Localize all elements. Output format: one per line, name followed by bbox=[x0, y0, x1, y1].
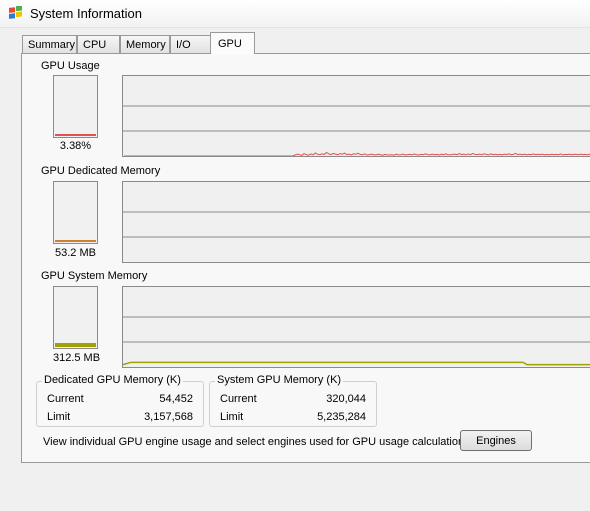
system-limit-label: Limit bbox=[220, 411, 244, 423]
system-gpu-memory-group-title: System GPU Memory (K) bbox=[215, 374, 344, 386]
dedicated-current-value: 54,452 bbox=[159, 393, 193, 405]
dedicated-gpu-memory-group-title: Dedicated GPU Memory (K) bbox=[42, 374, 183, 386]
tab-io[interactable]: I/O bbox=[170, 35, 211, 53]
gpu-system-memory-title: GPU System Memory bbox=[41, 270, 148, 282]
gpu-dedicated-memory-meter bbox=[53, 181, 98, 244]
gpu-dedicated-memory-history-graph bbox=[122, 181, 590, 263]
system-current-value: 320,044 bbox=[326, 393, 366, 405]
system-information-icon bbox=[8, 5, 24, 22]
gpu-usage-history-line bbox=[124, 151, 590, 156]
gpu-usage-history-graph bbox=[122, 75, 590, 157]
system-gpu-memory-group: System GPU Memory (K) Current 320,044 Li… bbox=[209, 374, 377, 427]
engines-button[interactable]: Engines bbox=[460, 430, 532, 451]
dedicated-current-label: Current bbox=[47, 393, 84, 405]
gpu-usage-meter-fill bbox=[55, 134, 96, 136]
tab-memory[interactable]: Memory bbox=[120, 35, 170, 53]
dedicated-gpu-memory-group: Dedicated GPU Memory (K) Current 54,452 … bbox=[36, 374, 204, 427]
tab-summary[interactable]: Summary bbox=[22, 35, 77, 53]
tab-cpu[interactable]: CPU bbox=[77, 35, 120, 53]
gpu-system-memory-meter-fill bbox=[55, 343, 96, 347]
gpu-usage-title: GPU Usage bbox=[41, 60, 100, 72]
system-limit-value: 5,235,284 bbox=[317, 411, 366, 423]
dedicated-limit-value: 3,157,568 bbox=[144, 411, 193, 423]
gpu-system-memory-value: 312.5 MB bbox=[52, 352, 101, 364]
gpu-usage-value: 3.38% bbox=[59, 140, 92, 152]
gpu-dedicated-memory-title: GPU Dedicated Memory bbox=[41, 165, 161, 177]
gpu-dedicated-memory-value: 53.2 MB bbox=[55, 247, 96, 259]
system-current-label: Current bbox=[220, 393, 257, 405]
gpu-usage-meter bbox=[53, 75, 98, 138]
gpu-system-memory-meter bbox=[53, 286, 98, 349]
gpu-system-memory-history-line bbox=[123, 361, 590, 366]
window-title: System Information bbox=[30, 6, 142, 21]
gpu-system-memory-history-graph bbox=[122, 286, 590, 368]
gpu-dedicated-memory-meter-fill bbox=[55, 240, 96, 242]
title-bar: System Information bbox=[0, 0, 590, 28]
dedicated-limit-label: Limit bbox=[47, 411, 71, 423]
tab-gpu[interactable]: GPU bbox=[210, 32, 255, 54]
engines-info-text: View individual GPU engine usage and sel… bbox=[43, 436, 473, 448]
